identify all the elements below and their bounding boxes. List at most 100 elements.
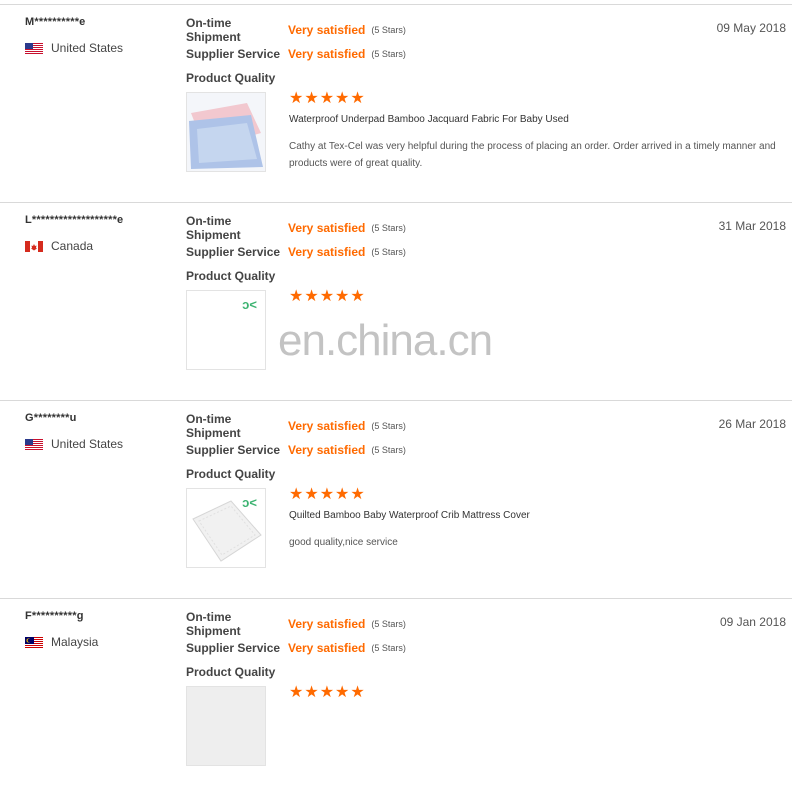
rating-stars-text: (5 Stars) [371,643,406,653]
star-icon: ★ [335,486,350,503]
rating-label: Supplier Service [186,245,281,259]
product-rating-stars: ★ ★ ★ ★ ★ [289,91,366,107]
product-rating-stars: ★ ★ ★ ★ ★ [289,685,366,701]
review-item: G********u United States On-time Shipmen… [0,400,792,599]
brand-logo-icon: ↄ< [242,495,257,510]
rating-label: Product Quality [186,269,276,283]
rating-stars-text: (5 Stars) [371,25,406,35]
rating-row: Supplier Service Very satisfied (5 Stars… [186,240,406,264]
star-icon: ★ [304,684,319,701]
rating-row: Product Quality [186,264,406,288]
rating-rows: On-time Shipment Very satisfied (5 Stars… [186,412,406,486]
rating-stars-text: (5 Stars) [371,619,406,629]
buyer-country: Canada [25,239,93,253]
star-icon: ★ [304,288,319,305]
rating-rows: On-time Shipment Very satisfied (5 Stars… [186,214,406,288]
rating-row: On-time Shipment Very satisfied (5 Stars… [186,16,406,44]
review-item: M**********e United States On-time Shipm… [0,4,792,203]
rating-row: On-time Shipment Very satisfied (5 Stars… [186,412,406,440]
rating-label: Supplier Service [186,443,281,457]
product-title-link[interactable]: Waterproof Underpad Bamboo Jacquard Fabr… [289,114,569,125]
rating-stars-text: (5 Stars) [371,247,406,257]
country-name: United States [51,41,124,55]
buyer-country: Malaysia [25,635,98,649]
rating-value: Very satisfied [288,221,366,235]
rating-row: Supplier Service Very satisfied (5 Stars… [186,42,406,66]
rating-row: Product Quality [186,660,406,684]
product-title-link[interactable]: Quilted Bamboo Baby Waterproof Crib Matt… [289,510,530,521]
rating-label: Product Quality [186,665,276,679]
product-thumbnail[interactable]: ↄ< [186,488,266,568]
buyer-name: G********u [25,412,77,424]
buyer-name: F**********g [25,610,84,622]
rating-value: Very satisfied [288,419,366,433]
rating-value: Very satisfied [288,641,366,655]
star-icon: ★ [350,90,365,107]
country-name: Malaysia [51,635,99,649]
rating-value: Very satisfied [288,617,366,631]
star-icon: ★ [304,486,319,503]
rating-label: Supplier Service [186,641,281,655]
star-icon: ★ [289,486,304,503]
star-icon: ★ [319,684,335,701]
rating-row: Supplier Service Very satisfied (5 Stars… [186,636,406,660]
review-item: F**********g Malaysia On-time Shipment V… [0,598,792,797]
rating-label: On-time Shipment [186,412,241,440]
country-name: Canada [51,239,94,253]
buyer-country: United States [25,41,123,55]
star-icon: ★ [289,90,304,107]
star-icon: ★ [289,288,304,305]
rating-row: Product Quality [186,462,406,486]
rating-stars-text: (5 Stars) [371,49,406,59]
product-rating-stars: ★ ★ ★ ★ ★ [289,289,366,305]
rating-row: On-time Shipment Very satisfied (5 Stars… [186,610,406,638]
rating-value: Very satisfied [288,23,366,37]
flag-icon [25,438,43,450]
buyer-country: United States [25,437,123,451]
rating-row: Supplier Service Very satisfied (5 Stars… [186,438,406,462]
review-date: 09 May 2018 [716,21,786,35]
product-thumbnail[interactable] [186,686,266,766]
country-name: United States [51,437,124,451]
rating-label: On-time Shipment [186,16,241,44]
rating-value: Very satisfied [288,245,366,259]
rating-stars-text: (5 Stars) [371,223,406,233]
buyer-name: L*******************e [25,214,124,226]
star-icon: ★ [335,288,350,305]
review-text: good quality,nice service [289,537,398,548]
review-item: L*******************e Canada On-time Shi… [0,202,792,401]
star-icon: ★ [319,90,335,107]
flag-icon [25,42,43,54]
rating-label: On-time Shipment [186,214,241,242]
star-icon: ★ [304,90,319,107]
brand-logo-icon: ↄ< [242,297,257,312]
star-icon: ★ [289,684,304,701]
star-icon: ★ [350,288,365,305]
rating-rows: On-time Shipment Very satisfied (5 Stars… [186,610,406,684]
product-rating-stars: ★ ★ ★ ★ ★ [289,487,366,503]
rating-label: Product Quality [186,71,276,85]
star-icon: ★ [350,684,365,701]
rating-value: Very satisfied [288,47,366,61]
star-icon: ★ [319,288,335,305]
rating-label: Product Quality [186,467,276,481]
rating-row: Product Quality [186,66,406,90]
star-icon: ★ [335,684,350,701]
rating-value: Very satisfied [288,443,366,457]
rating-stars-text: (5 Stars) [371,421,406,431]
rating-stars-text: (5 Stars) [371,445,406,455]
rating-label: Supplier Service [186,47,281,61]
star-icon: ★ [319,486,335,503]
star-icon: ★ [335,90,350,107]
rating-label: On-time Shipment [186,610,241,638]
product-thumbnail[interactable] [186,92,266,172]
watermark: en.china.cn [278,316,493,365]
review-text: Cathy at Tex-Cel was very helpful during… [289,141,776,169]
product-thumbnail[interactable]: ↄ< [186,290,266,370]
review-date: 31 Mar 2018 [718,219,786,233]
buyer-name: M**********e [25,16,86,28]
star-icon: ★ [350,486,365,503]
rating-rows: On-time Shipment Very satisfied (5 Stars… [186,16,406,90]
rating-row: On-time Shipment Very satisfied (5 Stars… [186,214,406,242]
flag-icon [25,240,43,252]
